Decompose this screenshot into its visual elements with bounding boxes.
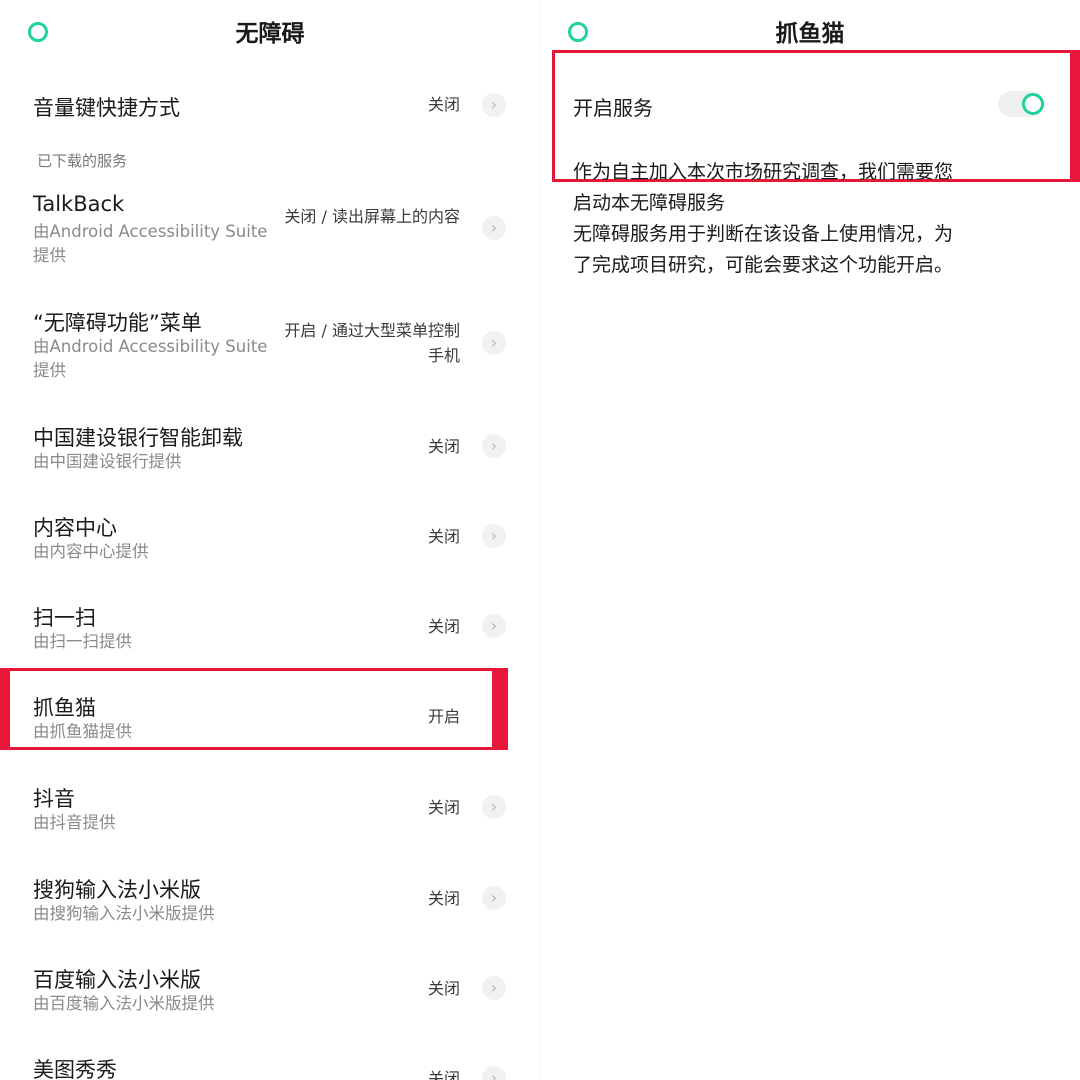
service-description: 作为自主加入本次市场研究调查，我们需要您 启动本无障碍服务 无障碍服务用于判断在… (573, 157, 1023, 281)
service-title: 抖音 (33, 787, 75, 811)
chevron-right-icon: › (482, 93, 506, 117)
service-status: 关闭 (427, 1069, 460, 1080)
chevron-right-icon: › (482, 886, 506, 910)
chevron-right-icon: › (482, 216, 506, 240)
section-label-downloaded: 已下载的服务 (37, 152, 128, 170)
service-row-douyin[interactable]: 抖音 由抖音提供 关闭 › (0, 781, 540, 841)
toggle-knob (1022, 93, 1044, 115)
chevron-right-icon: › (482, 1066, 506, 1080)
description-line: 启动本无障碍服务 (573, 192, 726, 214)
chevron-right-icon: › (482, 331, 506, 355)
service-subtitle: 由Android Accessibility Suite提供 (33, 222, 268, 265)
service-status: 关闭 (427, 617, 460, 636)
description-line: 作为自主加入本次市场研究调查，我们需要您 (573, 161, 954, 183)
description-line: 了完成项目研究，可能会要求这个功能开启。 (573, 254, 954, 276)
service-title: 抓鱼猫 (33, 696, 96, 720)
service-title: 中国建设银行智能卸载 (33, 426, 243, 450)
page-title: 无障碍 (235, 21, 305, 47)
enable-service-toggle[interactable] (998, 91, 1044, 117)
service-row-talkback[interactable]: TalkBack 由Android Accessibility Suite提供 … (0, 190, 540, 280)
service-status: 关闭 (427, 798, 460, 817)
chevron-right-icon: › (482, 976, 506, 1000)
service-row-accessibility-menu[interactable]: “无障碍功能”菜单 由Android Accessibility Suite提供… (0, 305, 540, 395)
accessibility-settings-panel: 无障碍 音量键快捷方式 关闭 › 已下载的服务 TalkBack 由Androi… (0, 0, 540, 1080)
service-row-meitu[interactable]: 美图秀秀 关闭 › (0, 1052, 540, 1080)
volume-shortcut-status: 关闭 (427, 95, 460, 114)
service-row-sogou[interactable]: 搜狗输入法小米版 由搜狗输入法小米版提供 关闭 › (0, 872, 540, 932)
chevron-right-icon: › (482, 614, 506, 638)
service-subtitle: 由抖音提供 (33, 813, 116, 832)
service-title: “无障碍功能”菜单 (33, 311, 202, 335)
chevron-right-icon: › (482, 524, 506, 548)
service-title: 搜狗输入法小米版 (33, 878, 201, 902)
service-title: 百度输入法小米版 (33, 968, 201, 992)
description-line: 无障碍服务用于判断在该设备上使用情况，为 (573, 223, 954, 245)
service-detail-panel: 抓鱼猫 开启服务 作为自主加入本次市场研究调查，我们需要您 启动本无障碍服务 无… (540, 0, 1080, 1080)
service-row-zhuayumao[interactable]: 抓鱼猫 由抓鱼猫提供 开启 (0, 690, 540, 750)
service-title: TalkBack (33, 192, 125, 216)
service-status: 关闭 (427, 437, 460, 456)
service-status: 开启 / 通过大型菜单控制手机 (284, 321, 460, 365)
service-title: 内容中心 (33, 516, 117, 540)
highlight-edge (1070, 50, 1080, 182)
service-row-scan[interactable]: 扫一扫 由扫一扫提供 关闭 › (0, 600, 540, 660)
service-title: 美图秀秀 (33, 1058, 117, 1080)
chevron-right-icon: › (482, 434, 506, 458)
enable-service-label: 开启服务 (573, 96, 653, 120)
chevron-right-icon: › (482, 795, 506, 819)
service-title: 扫一扫 (33, 606, 96, 630)
volume-shortcut-row[interactable]: 音量键快捷方式 关闭 › (0, 80, 540, 130)
service-subtitle: 由抓鱼猫提供 (33, 722, 132, 741)
service-subtitle: 由百度输入法小米版提供 (33, 994, 215, 1013)
service-subtitle: 由扫一扫提供 (33, 632, 132, 651)
service-row-ccb[interactable]: 中国建设银行智能卸载 由中国建设银行提供 关闭 › (0, 420, 540, 480)
service-status: 关闭 (427, 889, 460, 908)
service-row-content-center[interactable]: 内容中心 由内容中心提供 关闭 › (0, 510, 540, 570)
service-subtitle: 由中国建设银行提供 (33, 452, 182, 471)
service-status: 关闭 (427, 527, 460, 546)
service-subtitle: 由内容中心提供 (33, 542, 149, 561)
service-row-baidu[interactable]: 百度输入法小米版 由百度输入法小米版提供 关闭 › (0, 962, 540, 1022)
service-subtitle: 由搜狗输入法小米版提供 (33, 904, 215, 923)
service-status: 关闭 / 读出屏幕上的内容 (284, 207, 460, 226)
service-status: 开启 (427, 707, 460, 726)
detail-title: 抓鱼猫 (775, 21, 845, 47)
service-subtitle: 由Android Accessibility Suite提供 (33, 337, 268, 380)
volume-shortcut-label: 音量键快捷方式 (33, 96, 180, 120)
service-status: 关闭 (427, 979, 460, 998)
